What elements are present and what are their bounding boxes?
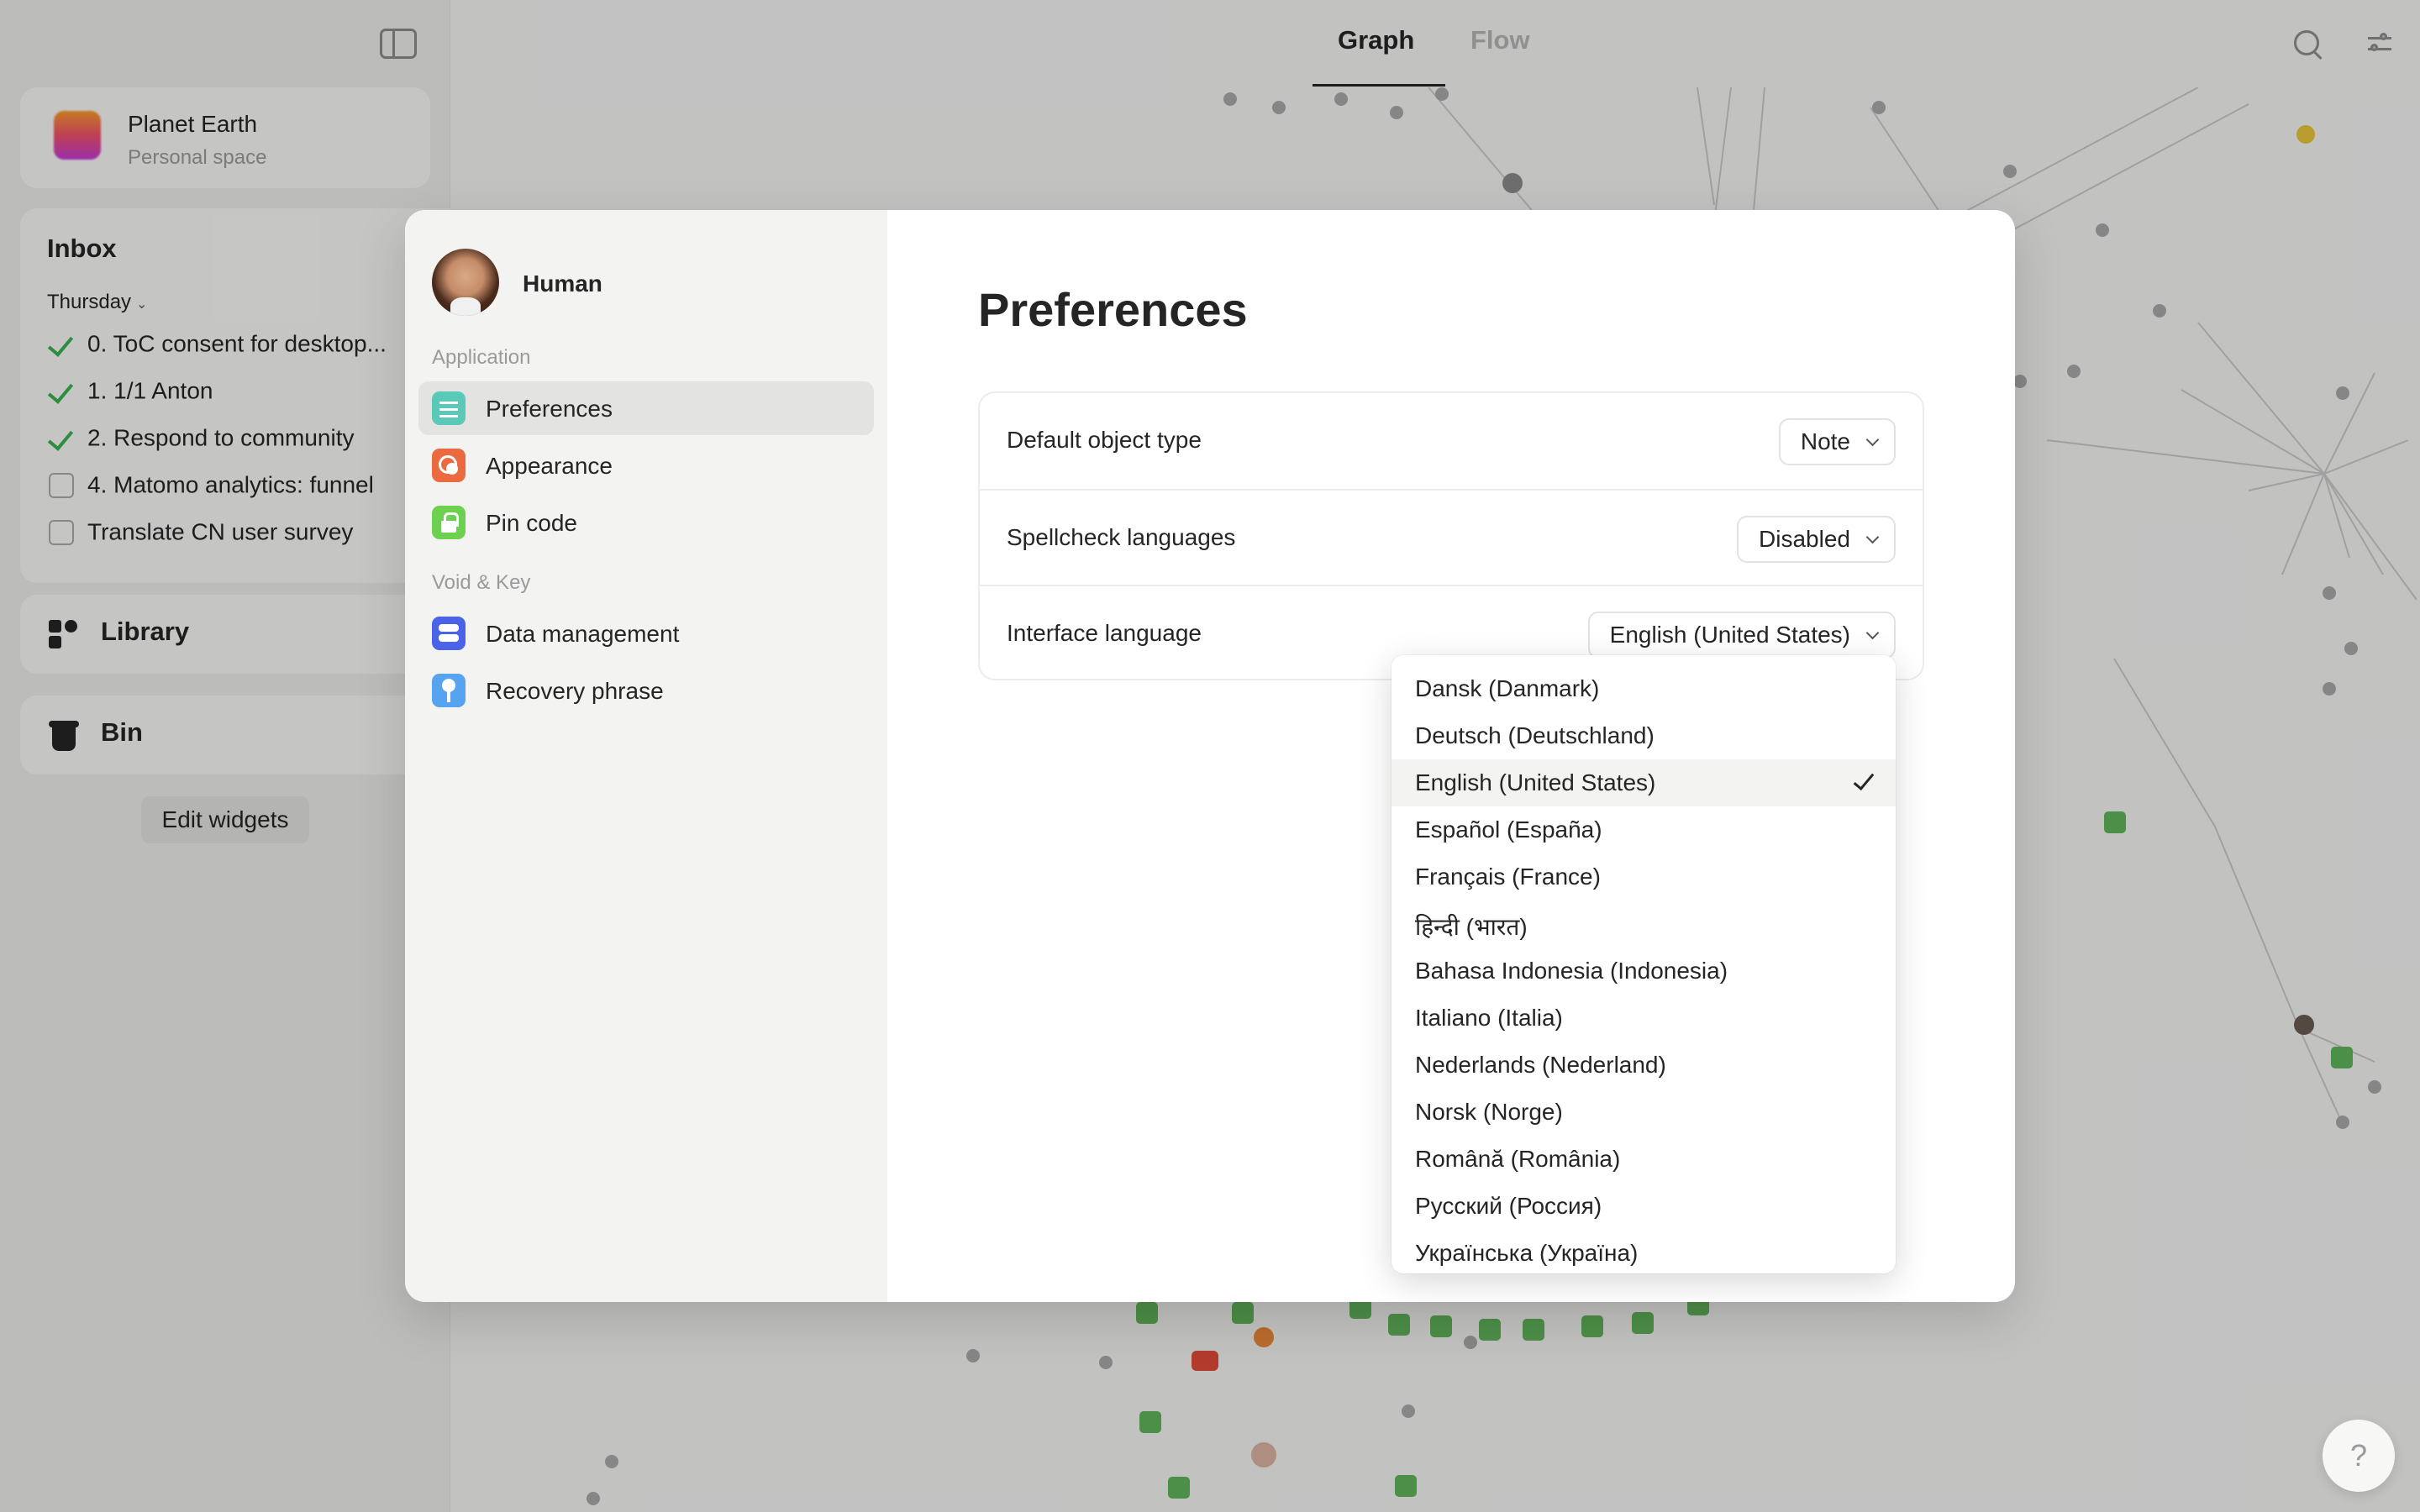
select-value: English (United States) (1609, 622, 1850, 648)
language-option-label: Español (España) (1415, 816, 1602, 843)
language-option[interactable]: Dansk (Danmark) (1392, 665, 1896, 712)
default-object-type-select[interactable]: Note (1778, 418, 1896, 465)
language-option[interactable]: Nederlands (Nederland) (1392, 1042, 1896, 1089)
user-name[interactable]: Human (523, 270, 602, 297)
spellcheck-languages-select[interactable]: Disabled (1737, 516, 1896, 563)
nav-item-recovery-phrase[interactable]: Recovery phrase (418, 664, 874, 717)
language-option[interactable]: Română (România) (1392, 1136, 1896, 1183)
language-option-label: Bahasa Indonesia (Indonesia) (1415, 958, 1728, 984)
language-option-label: हिन्दी (भारत) (1415, 914, 1528, 940)
page-title: Preferences (978, 283, 1248, 336)
sliders-icon (432, 391, 466, 425)
language-option[interactable]: Français (France) (1392, 853, 1896, 900)
interface-language-dropdown: Dansk (Danmark) Deutsch (Deutschland) En… (1392, 655, 1896, 1273)
language-option-label: Français (France) (1415, 864, 1601, 890)
nav-item-label: Appearance (486, 453, 613, 479)
language-option[interactable]: Русский (Россия) (1392, 1183, 1896, 1230)
language-option[interactable]: Deutsch (Deutschland) (1392, 712, 1896, 759)
setting-label: Spellcheck languages (1007, 524, 1236, 550)
nav-item-label: Recovery phrase (486, 678, 664, 704)
settings-card: Default object type Note Spellcheck lang… (978, 391, 1924, 680)
chevron-down-icon (1865, 626, 1880, 640)
chevron-down-icon (1865, 530, 1880, 544)
language-option-label: Deutsch (Deutschland) (1415, 722, 1655, 748)
lock-icon (432, 506, 466, 539)
checkmark-icon (1853, 768, 1875, 791)
nav-item-data-management[interactable]: Data management (418, 606, 874, 660)
nav-item-preferences[interactable]: Preferences (418, 381, 874, 435)
help-button[interactable]: ? (2323, 1420, 2395, 1492)
interface-language-select[interactable]: English (United States) (1587, 612, 1896, 659)
palette-icon (432, 449, 466, 482)
language-option[interactable]: Norsk (Norge) (1392, 1089, 1896, 1136)
chevron-down-icon (1865, 433, 1880, 447)
language-option-label: Українська (Україна) (1415, 1240, 1639, 1266)
nav-item-appearance[interactable]: Appearance (418, 438, 874, 492)
setting-label: Interface language (1007, 620, 1202, 646)
database-icon (432, 617, 466, 650)
nav-item-pin-code[interactable]: Pin code (418, 496, 874, 549)
language-option-label: Русский (Россия) (1415, 1193, 1602, 1219)
nav-section-title: Application (432, 346, 531, 369)
nav-item-label: Data management (486, 621, 680, 647)
nav-item-label: Preferences (486, 396, 613, 422)
language-option[interactable]: Italiano (Italia) (1392, 995, 1896, 1042)
language-option[interactable]: Bahasa Indonesia (Indonesia) (1392, 948, 1896, 995)
language-option-label: Norsk (Norge) (1415, 1099, 1563, 1125)
language-option-selected[interactable]: English (United States) (1392, 759, 1896, 806)
language-option[interactable]: Español (España) (1392, 806, 1896, 853)
language-option[interactable]: हिन्दी (भारत) (1392, 900, 1896, 948)
setting-row-spellcheck: Spellcheck languages Disabled (980, 489, 1923, 585)
language-option-label: Italiano (Italia) (1415, 1005, 1563, 1031)
language-option-label: Dansk (Danmark) (1415, 675, 1600, 701)
select-value: Note (1800, 428, 1850, 454)
user-avatar[interactable] (432, 249, 499, 316)
settings-nav: Human Application Preferences Appearance… (405, 210, 887, 1302)
setting-row-default-object-type: Default object type Note (980, 393, 1923, 489)
language-option-label: Nederlands (Nederland) (1415, 1052, 1666, 1078)
nav-section-title: Void & Key (432, 571, 531, 594)
key-icon (432, 674, 466, 707)
language-option-label: Română (România) (1415, 1146, 1621, 1172)
language-option[interactable]: Українська (Україна) (1392, 1230, 1896, 1273)
nav-item-label: Pin code (486, 510, 577, 536)
setting-label: Default object type (1007, 427, 1202, 453)
select-value: Disabled (1759, 526, 1850, 552)
language-option-label: English (United States) (1415, 769, 1656, 795)
